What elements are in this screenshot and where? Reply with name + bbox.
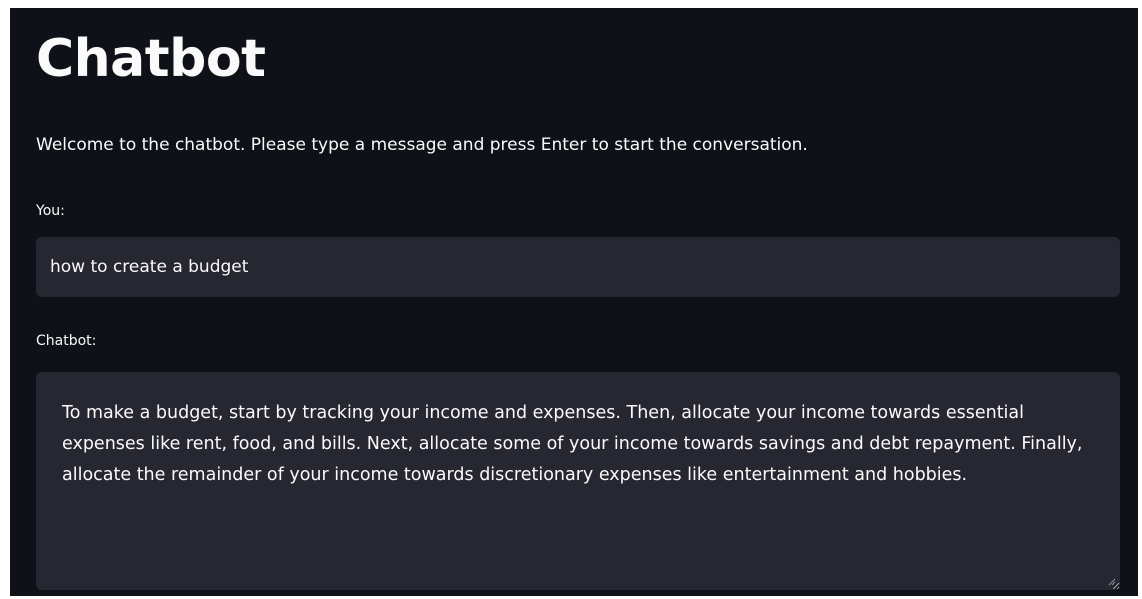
user-message-input[interactable]: [36, 237, 1120, 297]
app-container: Chatbot Welcome to the chatbot. Please t…: [10, 8, 1138, 596]
chatbot-output-label: Chatbot:: [36, 333, 97, 349]
welcome-message: Welcome to the chatbot. Please type a me…: [36, 135, 808, 155]
page-title: Chatbot: [36, 29, 266, 89]
chatbot-response-textarea[interactable]: To make a budget, start by tracking your…: [36, 372, 1120, 590]
user-input-label: You:: [36, 203, 65, 219]
